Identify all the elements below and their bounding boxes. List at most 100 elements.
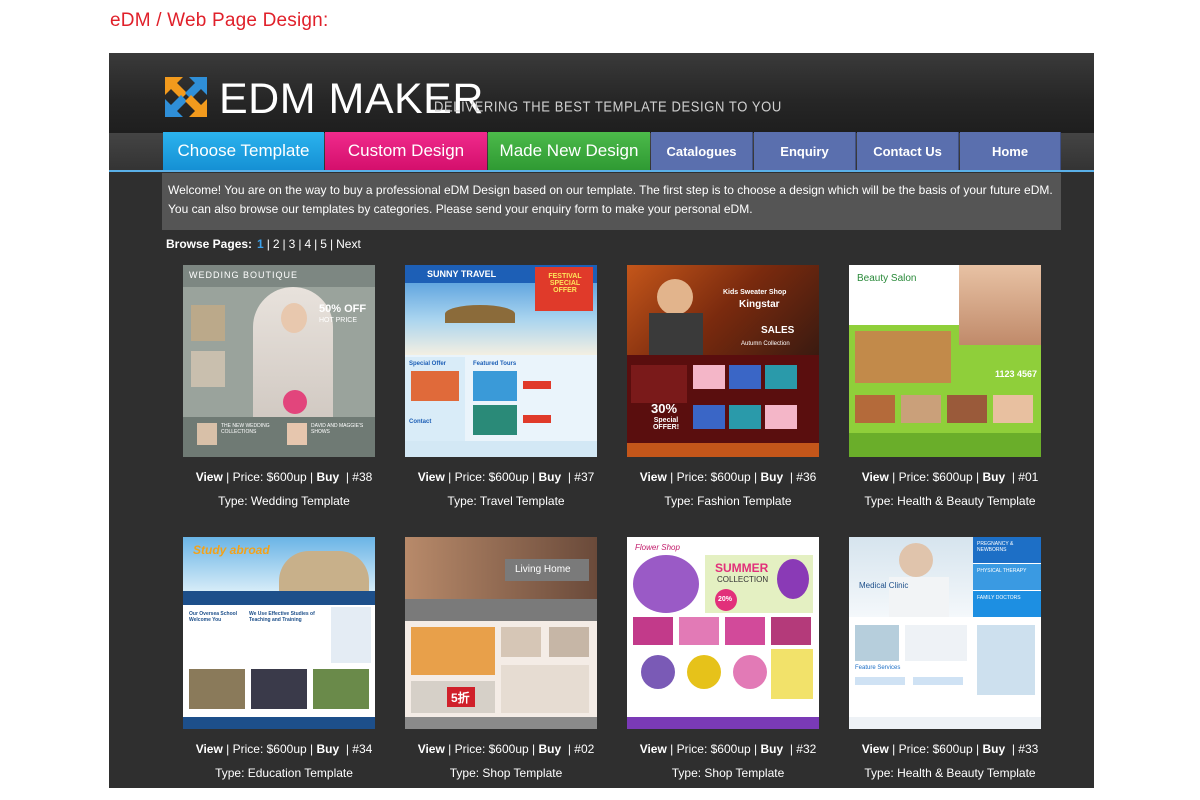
thumb-special-offer: Special OFFER! — [652, 417, 680, 431]
buy-link[interactable]: Buy — [538, 742, 561, 756]
thumb-welcome: Our Oversea School Welcome You — [189, 611, 238, 623]
template-card: Beauty Salon 1123 4567 View | Price: $60… — [840, 265, 1041, 525]
view-link[interactable]: View — [640, 470, 667, 484]
thumb-title: Beauty Salon — [857, 273, 917, 284]
pagination: Browse Pages: 1 | 2 | 3 | 4 | 5 | Next — [166, 237, 364, 251]
template-number: #32 — [796, 742, 817, 756]
thumb-title: Study abroad — [193, 543, 270, 557]
thumb-phone: 1123 4567 — [995, 369, 1038, 379]
thumb-title: WEDDING BOUTIQUE — [189, 270, 299, 280]
template-thumbnail-travel[interactable]: SUNNY TRAVEL FESTIVAL SPECIAL OFFER Spec… — [405, 265, 597, 457]
thumb-percent: 20% — [718, 596, 733, 603]
template-card: Medical Clinic PREGNANCY & NEWBORNS PHYS… — [840, 537, 1041, 788]
thumb-menu-1: PREGNANCY & NEWBORNS — [977, 541, 1014, 553]
buy-link[interactable]: Buy — [982, 470, 1005, 484]
template-type: Type: Travel Template — [447, 494, 565, 508]
nav-enquiry[interactable]: Enquiry — [754, 132, 856, 170]
template-thumbnail-wedding[interactable]: WEDDING BOUTIQUE 50% OFF HOT PRICE THE N… — [183, 265, 375, 457]
template-thumbnail-beauty[interactable]: Beauty Salon 1123 4567 — [849, 265, 1041, 457]
template-type: Type: Shop Template — [671, 766, 785, 780]
view-link[interactable]: View — [418, 742, 445, 756]
buy-link[interactable]: Buy — [538, 470, 561, 484]
nav-custom-design[interactable]: Custom Design — [325, 132, 487, 170]
thumb-title: Flower Shop — [635, 543, 680, 552]
nav-choose-template[interactable]: Choose Template — [163, 132, 324, 170]
thumb-title: Living Home — [515, 564, 571, 575]
pagination-label: Browse Pages: — [166, 237, 253, 251]
welcome-line-2: You can also browse our templates by cat… — [168, 202, 753, 216]
price-text: Price: $600up — [232, 742, 307, 756]
nav-made-new-design[interactable]: Made New Design — [488, 132, 650, 170]
nav-home[interactable]: Home — [960, 132, 1061, 170]
template-thumbnail-medical[interactable]: Medical Clinic PREGNANCY & NEWBORNS PHYS… — [849, 537, 1041, 729]
separator: | — [266, 237, 270, 251]
thumb-title: SUNNY TRAVEL — [427, 269, 497, 279]
thumb-special: Special Offer — [409, 361, 447, 367]
template-card: SUNNY TRAVEL FESTIVAL SPECIAL OFFER Spec… — [396, 265, 597, 525]
thumb-offer: FESTIVAL SPECIAL OFFER — [548, 273, 582, 294]
thumb-feature: Feature Services — [855, 665, 901, 671]
template-meta: View | Price: $600up | Buy | #36 — [639, 470, 817, 484]
thumb-collection: Autumn Collection — [741, 341, 790, 347]
template-meta: View | Price: $600up | Buy | #34 — [195, 742, 373, 756]
nav-contact-us[interactable]: Contact Us — [857, 132, 959, 170]
template-meta: View | Price: $600up | Buy | #02 — [417, 742, 595, 756]
buy-link[interactable]: Buy — [316, 470, 339, 484]
thumb-menu-2: PHYSICAL THERAPY — [977, 568, 1027, 574]
page-link-5[interactable]: 5 — [320, 237, 327, 251]
template-number: #02 — [574, 742, 595, 756]
buy-link[interactable]: Buy — [760, 742, 783, 756]
page-link-next[interactable]: Next — [336, 237, 361, 251]
thumb-title: Medical Clinic — [859, 581, 909, 590]
view-link[interactable]: View — [640, 742, 667, 756]
price-text: Price: $600up — [898, 470, 973, 484]
template-thumbnail-flower[interactable]: Flower Shop SUMMER COLLECTION 20% — [627, 537, 819, 729]
page-link-3[interactable]: 3 — [289, 237, 296, 251]
template-card: Living Home 5折 View | Price: $600up | Bu… — [396, 537, 597, 788]
thumb-offer: 50% OFF — [319, 303, 367, 315]
thumb-menu-3: FAMILY DOCTORS — [977, 595, 1021, 601]
view-link[interactable]: View — [862, 470, 889, 484]
separator: | — [314, 237, 318, 251]
view-link[interactable]: View — [196, 470, 223, 484]
thumb-sales: SALES — [761, 325, 795, 336]
separator: | — [298, 237, 302, 251]
thumb-percent: 30% — [651, 401, 678, 416]
page-link-2[interactable]: 2 — [273, 237, 280, 251]
template-type: Type: Shop Template — [449, 766, 563, 780]
thumb-discount: 5折 — [451, 691, 470, 705]
template-number: #01 — [1018, 470, 1039, 484]
template-type: Type: Wedding Template — [218, 494, 350, 508]
view-link[interactable]: View — [862, 742, 889, 756]
template-thumbnail-education[interactable]: Study abroad Our Oversea School Welcome … — [183, 537, 375, 729]
welcome-line-1: Welcome! You are on the way to buy a pro… — [168, 183, 1053, 197]
buy-link[interactable]: Buy — [982, 742, 1005, 756]
template-card: Study abroad Our Oversea School Welcome … — [174, 537, 375, 788]
template-card: WEDDING BOUTIQUE 50% OFF HOT PRICE THE N… — [174, 265, 375, 525]
site-header: EDM MAKER DELIVERING THE BEST TEMPLATE D… — [109, 53, 1094, 133]
price-text: Price: $600up — [676, 470, 751, 484]
thumb-collection: COLLECTION — [717, 575, 769, 584]
separator: | — [282, 237, 286, 251]
template-number: #34 — [352, 742, 373, 756]
thumb-shows: DAVID AND MAGGIE'S SHOWS — [311, 423, 364, 435]
page-link-4[interactable]: 4 — [304, 237, 311, 251]
template-thumbnail-home[interactable]: Living Home 5折 — [405, 537, 597, 729]
buy-link[interactable]: Buy — [760, 470, 783, 484]
view-link[interactable]: View — [418, 470, 445, 484]
template-number: #36 — [796, 470, 817, 484]
logo-icon — [165, 77, 207, 117]
welcome-message: Welcome! You are on the way to buy a pro… — [162, 173, 1061, 230]
template-meta: View | Price: $600up | Buy | #32 — [639, 742, 817, 756]
price-text: Price: $600up — [454, 742, 529, 756]
page-link-1[interactable]: 1 — [257, 237, 264, 251]
view-link[interactable]: View — [196, 742, 223, 756]
price-text: Price: $600up — [676, 742, 751, 756]
buy-link[interactable]: Buy — [316, 742, 339, 756]
price-text: Price: $600up — [454, 470, 529, 484]
thumb-brand: Kingstar — [739, 299, 780, 310]
nav-catalogues[interactable]: Catalogues — [651, 132, 753, 170]
thumb-summer: SUMMER — [715, 561, 769, 575]
template-thumbnail-fashion[interactable]: Kids Sweater Shop Kingstar SALES Autumn … — [627, 265, 819, 457]
template-meta: View | Price: $600up | Buy | #38 — [195, 470, 373, 484]
